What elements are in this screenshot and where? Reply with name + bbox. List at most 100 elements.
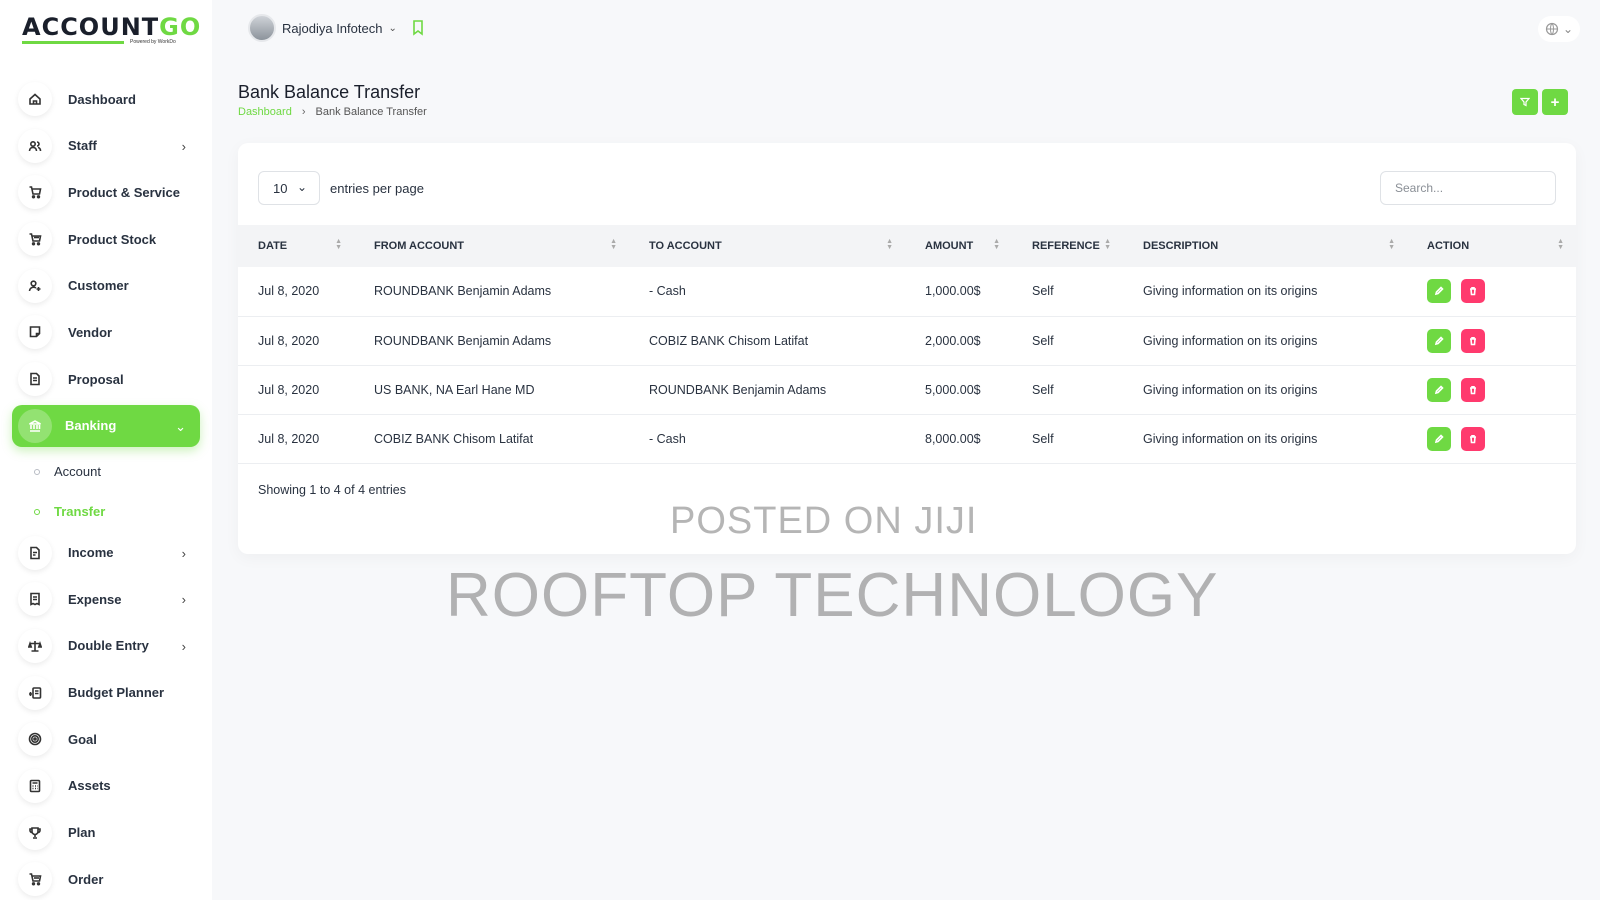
sidebar-item-product-service[interactable]: Product & Service bbox=[12, 171, 200, 213]
sort-icon: ▲ ▼ bbox=[1388, 238, 1395, 251]
app-logo[interactable]: ACCOUNTGO Powered by WorkDo bbox=[22, 14, 200, 46]
table-row: Jul 8, 2020 ROUNDBANK Benjamin Adams COBIZ… bbox=[238, 316, 1576, 366]
sidebar-item-label: Proposal bbox=[68, 371, 124, 387]
trash-icon bbox=[1470, 434, 1476, 443]
users-icon bbox=[18, 128, 52, 163]
bookmark-icon[interactable] bbox=[412, 20, 424, 36]
delete-button[interactable] bbox=[1461, 377, 1485, 402]
sidebar-subitem-account[interactable]: Account bbox=[12, 452, 200, 492]
sort-icon: ▲ ▼ bbox=[1557, 238, 1564, 251]
home-icon bbox=[18, 82, 52, 116]
column-header-label: TO ACCOUNT bbox=[649, 240, 722, 252]
sidebar-item-plan[interactable]: Plan bbox=[12, 812, 200, 854]
sidebar-item-product-stock[interactable]: Product Stock bbox=[12, 218, 200, 260]
chevron-right-icon: › bbox=[181, 545, 186, 561]
sidebar-item-label: Vendor bbox=[68, 324, 113, 340]
sidebar-item-income[interactable]: Income › bbox=[12, 532, 200, 574]
sort-icon: ▲ ▼ bbox=[886, 238, 893, 251]
cell-reference: Self bbox=[1012, 414, 1123, 464]
logo-accent: GO bbox=[159, 13, 202, 41]
trash-icon bbox=[1470, 336, 1476, 345]
sidebar-item-vendor[interactable]: Vendor bbox=[12, 311, 200, 353]
sidebar-item-label: Assets bbox=[68, 778, 111, 794]
sidebar-item-expense[interactable]: Expense › bbox=[12, 578, 200, 620]
column-header-date[interactable]: DATE ▲ ▼ bbox=[238, 225, 354, 267]
cell-from: US BANK, NA Earl Hane MD bbox=[354, 365, 629, 415]
globe-icon bbox=[1545, 22, 1559, 36]
invoice-icon bbox=[18, 535, 52, 570]
cell-from: COBIZ BANK Chisom Latifat bbox=[354, 414, 629, 464]
sort-icon: ▲ ▼ bbox=[1104, 238, 1111, 251]
cell-action bbox=[1407, 365, 1576, 415]
column-header-action[interactable]: ACTION ▲ ▼ bbox=[1407, 225, 1576, 267]
edit-button[interactable] bbox=[1427, 279, 1451, 304]
page-title: Bank Balance Transfer bbox=[238, 82, 421, 102]
breadcrumb-dashboard[interactable]: Dashboard bbox=[238, 106, 292, 118]
sidebar-item-budget-planner[interactable]: Budget Planner bbox=[12, 672, 200, 714]
search-input[interactable] bbox=[1380, 171, 1556, 205]
cell-amount: 8,000.00$ bbox=[905, 414, 1012, 464]
cell-from: ROUNDBANK Benjamin Adams bbox=[354, 316, 629, 366]
delete-button[interactable] bbox=[1461, 279, 1485, 304]
language-selector[interactable]: ⌄ bbox=[1538, 16, 1580, 42]
filter-icon bbox=[1520, 97, 1530, 107]
transfer-table: DATE ▲ ▼ FROM ACCOUNT ▲ ▼ TO ACCOUNT ▲ ▼ AMOUNT ▲ ▼… bbox=[238, 225, 1576, 464]
sidebar-item-dashboard[interactable]: Dashboard bbox=[12, 78, 200, 120]
user-menu[interactable]: Rajodiya Infotech ⌄ bbox=[248, 14, 397, 42]
column-header-label: AMOUNT bbox=[925, 240, 974, 252]
delete-button[interactable] bbox=[1461, 328, 1485, 353]
sidebar-item-label: Customer bbox=[68, 278, 129, 294]
table-row: Jul 8, 2020 ROUNDBANK Benjamin Adams - Cas… bbox=[238, 267, 1576, 317]
sidebar-item-label: Goal bbox=[68, 731, 97, 747]
sidebar-item-customer[interactable]: Customer bbox=[12, 265, 200, 307]
sidebar-subitem-transfer[interactable]: Transfer bbox=[12, 492, 200, 532]
add-transfer-button[interactable]: + bbox=[1542, 89, 1568, 115]
sidebar-item-proposal[interactable]: Proposal bbox=[12, 358, 200, 400]
filter-button[interactable] bbox=[1512, 89, 1538, 115]
cell-action bbox=[1407, 267, 1576, 317]
sidebar-item-double-entry[interactable]: Double Entry › bbox=[12, 625, 200, 667]
table-body: Jul 8, 2020 ROUNDBANK Benjamin Adams - Cas… bbox=[238, 267, 1576, 464]
column-header-amount[interactable]: AMOUNT ▲ ▼ bbox=[905, 225, 1012, 267]
edit-button[interactable] bbox=[1427, 426, 1451, 451]
sidebar-item-assets[interactable]: Assets bbox=[12, 765, 200, 807]
calculator-icon bbox=[18, 768, 52, 803]
sidebar-item-label: Banking bbox=[65, 418, 117, 434]
sidebar-item-label: Budget Planner bbox=[68, 685, 165, 701]
plus-icon: + bbox=[1550, 93, 1560, 111]
pencil-icon bbox=[1434, 286, 1444, 296]
cell-action bbox=[1407, 414, 1576, 464]
column-header-from-account[interactable]: FROM ACCOUNT ▲ ▼ bbox=[354, 225, 629, 267]
trophy-icon bbox=[18, 815, 52, 850]
avatar bbox=[248, 14, 276, 42]
column-header-label: DATE bbox=[258, 240, 288, 252]
sidebar-item-staff[interactable]: Staff › bbox=[12, 125, 200, 167]
cell-description: Giving information on its origins bbox=[1123, 316, 1407, 366]
column-header-description[interactable]: DESCRIPTION ▲ ▼ bbox=[1123, 225, 1407, 267]
sidebar-item-goal[interactable]: Goal bbox=[12, 718, 200, 760]
sidebar-item-label: Double Entry bbox=[68, 638, 149, 654]
cart-icon bbox=[18, 175, 52, 210]
logo-tagline: Powered by WorkDo bbox=[130, 39, 176, 45]
delete-button[interactable] bbox=[1461, 426, 1485, 451]
column-header-to-account[interactable]: TO ACCOUNT ▲ ▼ bbox=[629, 225, 905, 267]
row-actions bbox=[1427, 328, 1576, 353]
cart-stock-icon bbox=[18, 222, 52, 257]
sidebar-item-label: Expense bbox=[68, 591, 122, 607]
column-header-reference[interactable]: REFERENCE ▲ ▼ bbox=[1012, 225, 1123, 267]
breadcrumb-current: Bank Balance Transfer bbox=[315, 106, 427, 118]
per-page-select[interactable]: 10 ⌄ bbox=[258, 171, 320, 205]
sidebar-item-banking[interactable]: Banking ⌄ bbox=[12, 404, 200, 447]
table-row: Jul 8, 2020 US BANK, NA Earl Hane MD ROUND… bbox=[238, 365, 1576, 415]
edit-button[interactable] bbox=[1427, 328, 1451, 353]
per-page-label: entries per page bbox=[330, 180, 424, 196]
edit-button[interactable] bbox=[1427, 377, 1451, 402]
chevron-down-icon: ⌄ bbox=[296, 180, 307, 194]
trash-icon bbox=[1470, 385, 1476, 394]
column-header-label: FROM ACCOUNT bbox=[374, 240, 465, 252]
sidebar-item-order[interactable]: Order bbox=[12, 858, 200, 900]
order-icon bbox=[18, 862, 52, 897]
cell-to: COBIZ BANK Chisom Latifat bbox=[629, 316, 905, 366]
cell-date: Jul 8, 2020 bbox=[238, 414, 354, 464]
cell-reference: Self bbox=[1012, 365, 1123, 415]
